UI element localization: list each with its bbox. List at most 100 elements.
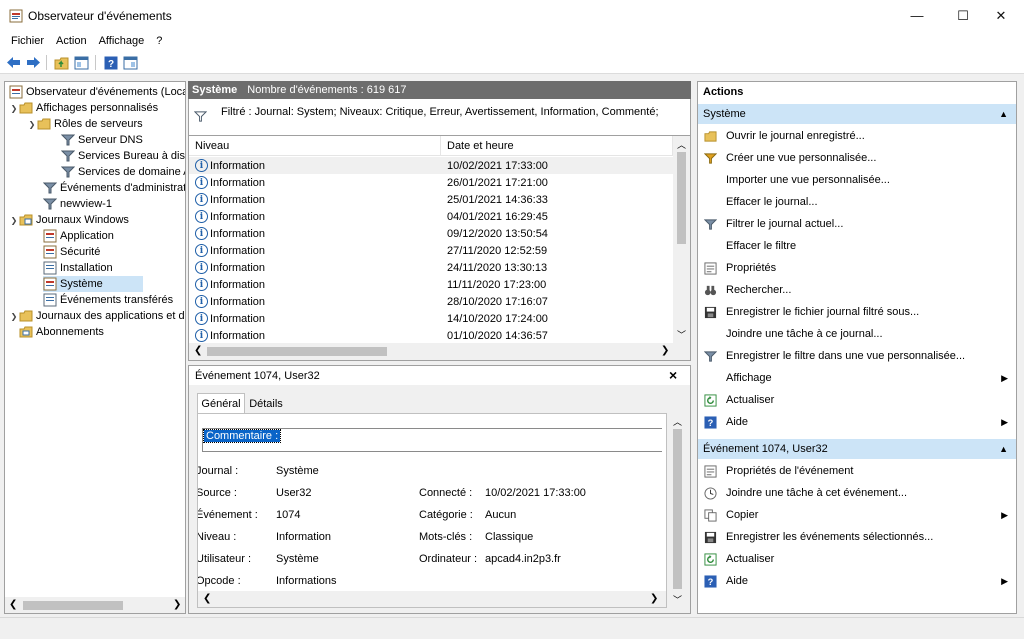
scroll-thumb[interactable] xyxy=(677,152,686,244)
tab-general[interactable]: Général xyxy=(197,393,245,413)
menu-view[interactable]: Affichage xyxy=(93,35,151,47)
scroll-left-icon[interactable]: ❮ xyxy=(194,345,202,356)
table-row[interactable]: i Information 28/10/2020 17:16:07 xyxy=(189,293,673,310)
action-item[interactable]: Effacer le journal... xyxy=(698,192,1016,212)
tree-horizontal-scrollbar[interactable]: ❮ ❯ xyxy=(5,597,185,613)
detail-vertical-scrollbar[interactable]: ︿ ﹀ xyxy=(669,413,686,608)
scroll-right-icon[interactable]: ❯ xyxy=(661,345,669,356)
actions-section-event[interactable]: Événement 1074, User32 ▲ xyxy=(698,439,1016,459)
back-button[interactable] xyxy=(5,54,22,71)
menu-help[interactable]: ? xyxy=(150,35,168,47)
action-item[interactable]: Ouvrir le journal enregistré... xyxy=(698,126,1016,146)
table-row[interactable]: i Information 09/12/2020 13:50:54 xyxy=(189,225,673,242)
action-item[interactable]: Filtrer le journal actuel... xyxy=(698,214,1016,234)
tree-item-server-roles[interactable]: ❯ Rôles de serveurs xyxy=(27,116,143,132)
table-row[interactable]: i Information 11/11/2020 17:23:00 xyxy=(189,276,673,293)
action-item[interactable]: Créer une vue personnalisée... xyxy=(698,148,1016,168)
show-hide-tree-button[interactable] xyxy=(73,54,90,71)
menu-file[interactable]: Fichier xyxy=(5,35,50,47)
forward-button[interactable] xyxy=(25,54,42,71)
action-item[interactable]: Propriétés xyxy=(698,258,1016,278)
tree-label: Rôles de serveurs xyxy=(54,118,143,130)
tab-details[interactable]: Détails xyxy=(245,395,287,413)
tree-item-application[interactable]: Application xyxy=(43,228,114,244)
close-detail-icon[interactable]: × xyxy=(669,367,677,383)
chevron-down-icon[interactable]: ❯ xyxy=(27,120,37,129)
detail-horizontal-scrollbar[interactable]: ❮ ❯ xyxy=(198,591,666,607)
tree-item-forwarded[interactable]: Événements transférés xyxy=(43,292,173,308)
collapse-icon[interactable]: ▲ xyxy=(999,109,1008,119)
action-item[interactable]: Copier ▶ xyxy=(698,505,1016,525)
tree-item-apps-services[interactable]: ❯ Journaux des applications et des servi… xyxy=(9,308,185,324)
column-header-date[interactable]: Date et heure xyxy=(441,136,673,156)
action-item[interactable]: Propriétés de l'événement xyxy=(698,461,1016,481)
row-date: 27/11/2020 12:52:59 xyxy=(447,244,548,257)
tree-item-newview[interactable]: newview-1 xyxy=(43,196,112,212)
table-row[interactable]: i Information 26/01/2021 17:21:00 xyxy=(189,174,673,191)
scroll-thumb[interactable] xyxy=(673,429,682,589)
tree-item-setup[interactable]: Installation xyxy=(43,260,113,276)
scroll-down-icon[interactable]: ﹀ xyxy=(677,328,686,341)
action-item[interactable]: Importer une vue personnalisée... xyxy=(698,170,1016,190)
help-toolbar-button[interactable]: ? xyxy=(102,54,119,71)
table-row[interactable]: i Information 14/10/2020 17:24:00 xyxy=(189,310,673,327)
actions-section-system[interactable]: Système ▲ xyxy=(698,104,1016,124)
collapse-icon[interactable]: ▲ xyxy=(999,444,1008,454)
information-icon: i xyxy=(195,193,208,206)
action-item[interactable]: Actualiser xyxy=(698,390,1016,410)
scroll-right-icon[interactable]: ❯ xyxy=(173,599,181,610)
list-vertical-scrollbar[interactable]: ︿ ﹀ xyxy=(673,136,690,343)
minimize-button[interactable]: — xyxy=(894,0,940,31)
scroll-thumb[interactable] xyxy=(207,347,387,356)
title-bar: Observateur d'événements — ☐ ✕ xyxy=(0,0,1024,31)
close-button[interactable]: ✕ xyxy=(978,0,1024,31)
action-item[interactable]: Joindre une tâche à cet événement... xyxy=(698,483,1016,503)
table-row[interactable]: i Information 04/01/2021 16:29:45 xyxy=(189,208,673,225)
up-folder-button[interactable] xyxy=(53,54,70,71)
list-horizontal-scrollbar[interactable]: ❮ ❯ xyxy=(189,343,690,360)
action-item[interactable]: Affichage ▶ xyxy=(698,368,1016,388)
tree-item-custom-views[interactable]: ❯ Affichages personnalisés xyxy=(9,100,158,116)
scroll-down-icon[interactable]: ﹀ xyxy=(673,593,682,606)
row-date: 24/11/2020 13:30:13 xyxy=(447,261,548,274)
action-item[interactable]: Joindre une tâche à ce journal... xyxy=(698,324,1016,344)
scroll-left-icon[interactable]: ❮ xyxy=(9,599,17,610)
action-item[interactable]: Actualiser xyxy=(698,549,1016,569)
chevron-down-icon[interactable]: ❯ xyxy=(9,216,19,225)
tree-item-admin-events[interactable]: Événements d'administration xyxy=(43,180,185,196)
tree-item-rds[interactable]: Services Bureau à distance xyxy=(61,148,185,164)
menu-action[interactable]: Action xyxy=(50,35,93,47)
save-icon xyxy=(704,531,717,543)
scroll-up-icon[interactable]: ︿ xyxy=(673,415,682,428)
scroll-left-icon[interactable]: ❮ xyxy=(203,593,211,604)
scroll-thumb[interactable] xyxy=(23,601,123,610)
action-item[interactable]: ? Aide ▶ xyxy=(698,412,1016,432)
tree-item-windows-logs[interactable]: ❯ Journaux Windows xyxy=(9,212,129,228)
action-item[interactable]: Enregistrer les événements sélectionnés.… xyxy=(698,527,1016,547)
table-row[interactable]: i Information 24/11/2020 13:30:13 xyxy=(189,259,673,276)
scroll-right-icon[interactable]: ❯ xyxy=(650,593,658,604)
folder-up-icon xyxy=(54,57,69,69)
comment-box[interactable]: Commentaire : xyxy=(202,428,662,452)
tree-item-ad[interactable]: Services de domaine Active Directory xyxy=(61,164,185,180)
table-row[interactable]: i Information 01/10/2020 14:36:57 xyxy=(189,327,673,344)
action-item[interactable]: Enregistrer le filtre dans une vue perso… xyxy=(698,346,1016,366)
scroll-up-icon[interactable]: ︿ xyxy=(677,138,686,151)
tree-item-subscriptions[interactable]: Abonnements xyxy=(19,324,104,340)
row-level: Information xyxy=(210,176,266,189)
tree-item-dns[interactable]: Serveur DNS xyxy=(61,132,143,148)
table-row[interactable]: i Information 27/11/2020 12:52:59 xyxy=(189,242,673,259)
action-item[interactable]: Effacer le filtre xyxy=(698,236,1016,256)
tree-item-system[interactable]: Système xyxy=(43,276,143,292)
action-item[interactable]: ? Aide ▶ xyxy=(698,571,1016,591)
show-hide-action-pane-button[interactable] xyxy=(122,54,139,71)
table-row[interactable]: i Information 25/01/2021 14:36:33 xyxy=(189,191,673,208)
table-row[interactable]: i Information 10/02/2021 17:33:00 xyxy=(189,157,673,174)
chevron-right-icon[interactable]: ❯ xyxy=(9,312,19,321)
column-header-level[interactable]: Niveau xyxy=(189,136,441,156)
action-item[interactable]: Rechercher... xyxy=(698,280,1016,300)
chevron-down-icon[interactable]: ❯ xyxy=(9,104,19,113)
tree-item-root[interactable]: Observateur d'événements (Local) xyxy=(9,84,185,100)
action-item[interactable]: Enregistrer le fichier journal filtré so… xyxy=(698,302,1016,322)
tree-item-security[interactable]: Sécurité xyxy=(43,244,100,260)
